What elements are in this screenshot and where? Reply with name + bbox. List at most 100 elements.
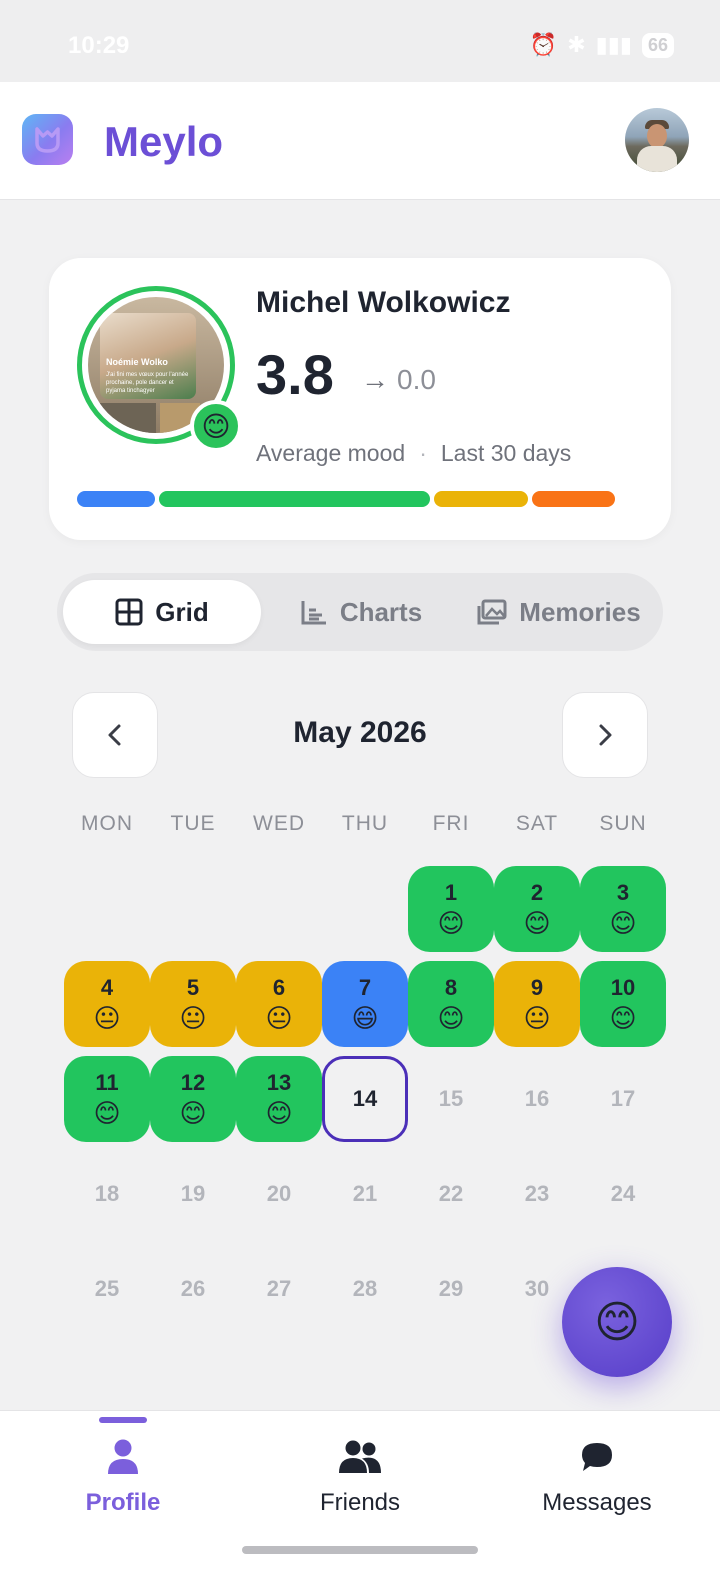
- arrow-right-icon: →: [361, 364, 389, 395]
- average-mood-score: 3.8: [256, 343, 334, 406]
- day-number: 8: [444, 974, 458, 1000]
- calendar-day[interactable]: 15: [408, 1056, 494, 1142]
- day-number: 30: [524, 1276, 550, 1301]
- mood-distribution-segment: [434, 491, 529, 507]
- battery-icon: 66: [641, 32, 674, 58]
- tab-grid-label: Grid: [155, 596, 209, 627]
- calendar-day[interactable]: 29: [408, 1246, 494, 1332]
- calendar-day[interactable]: 4 😐: [64, 961, 150, 1047]
- calendar-day[interactable]: 26: [150, 1246, 236, 1332]
- separator-dot: ·: [419, 440, 427, 466]
- tab-charts[interactable]: Charts: [263, 580, 459, 644]
- next-month-button[interactable]: [562, 692, 648, 778]
- mood-emoji-icon: 😊: [523, 907, 551, 938]
- add-mood-icon: 😊: [594, 1297, 640, 1347]
- day-number: 10: [610, 974, 636, 1000]
- mood-emoji-icon: 😐: [265, 1002, 293, 1033]
- calendar-day[interactable]: 10 😊: [580, 961, 666, 1047]
- tab-memories[interactable]: Memories: [461, 580, 657, 644]
- mood-emoji-icon: 😊: [93, 1097, 121, 1128]
- weekday-label: THU: [341, 812, 389, 835]
- calendar-day[interactable]: 25: [64, 1246, 150, 1332]
- mood-emoji-icon: 😐: [93, 1002, 121, 1033]
- calendar-day[interactable]: 3 😊: [580, 866, 666, 952]
- calendar-day[interactable]: 21: [322, 1151, 408, 1237]
- day-number: 11: [95, 1069, 119, 1095]
- mood-emoji-icon: 😐: [523, 1002, 551, 1033]
- profile-name: Michel Wolkowicz: [256, 286, 511, 319]
- calendar-day[interactable]: 7 😄: [322, 961, 408, 1047]
- calendar-day[interactable]: 27: [236, 1246, 322, 1332]
- calendar-day[interactable]: 6 😐: [236, 961, 322, 1047]
- calendar-day[interactable]: 20: [236, 1151, 322, 1237]
- nav-profile[interactable]: Profile: [23, 1437, 223, 1517]
- add-mood-button[interactable]: 😊: [562, 1267, 672, 1377]
- mood-emoji-icon: 😊: [609, 1002, 637, 1033]
- chevron-right-icon: [599, 724, 612, 746]
- day-number: 23: [524, 1181, 550, 1206]
- calendar-day-today[interactable]: 14: [322, 1056, 408, 1142]
- nav-profile-label: Profile: [85, 1489, 161, 1516]
- calendar-day[interactable]: 16: [494, 1056, 580, 1142]
- nav-friends-label: Friends: [319, 1489, 401, 1516]
- nav-messages-label: Messages: [542, 1489, 652, 1516]
- day-number: 28: [352, 1276, 378, 1301]
- day-number: 7: [358, 974, 372, 1000]
- mood-emoji-icon: 😊: [437, 1002, 465, 1033]
- calendar-day[interactable]: 9 😐: [494, 961, 580, 1047]
- day-number: 3: [616, 879, 630, 905]
- day-number: 26: [180, 1276, 206, 1301]
- day-number: 29: [438, 1276, 464, 1301]
- day-number: 17: [610, 1086, 636, 1111]
- average-mood-label: Average mood: [256, 440, 406, 466]
- mood-emoji-icon: 😊: [179, 1097, 207, 1128]
- calendar-day[interactable]: 8 😊: [408, 961, 494, 1047]
- calendar-day[interactable]: 18: [64, 1151, 150, 1237]
- calendar-day[interactable]: 24: [580, 1151, 666, 1237]
- nav-friends[interactable]: Friends: [260, 1437, 460, 1517]
- calendar-day[interactable]: 23: [494, 1151, 580, 1237]
- user-avatar[interactable]: [625, 108, 689, 172]
- day-number: 4: [100, 974, 114, 1000]
- day-number: 6: [272, 974, 286, 1000]
- calendar-day[interactable]: 11 😊: [64, 1056, 150, 1142]
- calendar-day[interactable]: 17: [580, 1056, 666, 1142]
- day-number: 16: [524, 1086, 550, 1111]
- day-number: 20: [266, 1181, 292, 1206]
- story-photo-caption: J'ai fini mes vœux pour l'année prochain…: [106, 372, 189, 394]
- story-mood-badge: 😊: [190, 400, 242, 452]
- day-number: 5: [186, 974, 200, 1000]
- day-number: 12: [180, 1069, 206, 1095]
- calendar-day[interactable]: 13 😊: [236, 1056, 322, 1142]
- calendar-day[interactable]: 22: [408, 1151, 494, 1237]
- day-number: 14: [352, 1086, 378, 1111]
- weekday-label: MON: [81, 812, 133, 835]
- day-number: 25: [94, 1276, 120, 1301]
- calendar-day[interactable]: 1 😊: [408, 866, 494, 952]
- mood-emoji-icon: 😄: [351, 1002, 379, 1033]
- calendar-day[interactable]: 28: [322, 1246, 408, 1332]
- day-number: 18: [94, 1181, 120, 1206]
- app-title: Meylo: [104, 118, 224, 165]
- calendar-day[interactable]: 2 😊: [494, 866, 580, 952]
- calendar-day[interactable]: 5 😐: [150, 961, 236, 1047]
- app-header: Meylo: [0, 82, 720, 200]
- mood-distribution-segment: [77, 491, 155, 507]
- status-time: 10:29: [68, 32, 130, 59]
- nav-messages[interactable]: Messages: [497, 1437, 697, 1517]
- mood-emoji-icon: 😊: [437, 907, 465, 938]
- bar-chart-icon: [301, 601, 326, 625]
- day-number: 22: [438, 1181, 464, 1206]
- calendar-day[interactable]: 12 😊: [150, 1056, 236, 1142]
- mood-distribution-segment: [158, 491, 431, 507]
- weekday-label: SUN: [599, 812, 647, 835]
- story-photo-name: Noémie Wolko: [106, 357, 168, 367]
- mood-delta: → 0.0: [361, 364, 436, 396]
- calendar-day[interactable]: 19: [150, 1151, 236, 1237]
- status-bar: 10:29 ⏰ ✱ ▮▮▮ 66: [0, 0, 720, 82]
- day-number: 15: [438, 1086, 464, 1111]
- mood-delta-value: 0.0: [397, 364, 436, 395]
- tab-grid[interactable]: Grid: [63, 580, 261, 644]
- grid-icon: [115, 598, 143, 626]
- mood-emoji-icon: 😊: [265, 1097, 293, 1128]
